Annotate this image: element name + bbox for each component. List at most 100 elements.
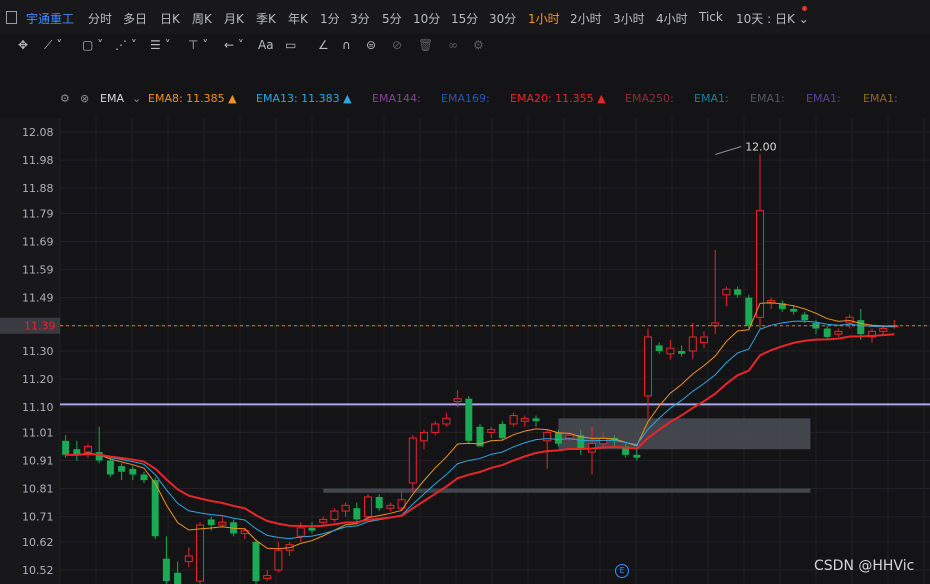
candle-body [274,549,283,571]
tab-timeframe-10[interactable]: 10分 [413,10,440,27]
candle-body [790,308,798,312]
comment-icon[interactable]: ▭ [285,38,296,52]
legend-item-9: EMA1: [863,92,898,105]
candle-body [487,429,496,433]
candle-body [353,508,361,520]
tab-timeframe-9[interactable]: 5分 [382,10,402,27]
candle-body [857,320,865,335]
candle-body [823,328,831,337]
text-icon[interactable]: Aa [258,38,274,52]
candle-body [532,418,540,422]
chevron-down-icon[interactable]: ⌄ [132,92,141,105]
candle-body [678,351,686,354]
y-tick-label: 11.59 [22,264,54,277]
tab-timeframe-4[interactable]: 月K [224,10,244,27]
tab-timeframe-7[interactable]: 1分 [320,10,340,27]
legend-item-0: EMA8: 11.385 ▲ [148,92,237,105]
notification-dot [802,6,807,11]
legend-item-1: EMA13: 11.383 ▲ [256,92,352,105]
candle-body [498,423,506,439]
candle-body [386,504,395,509]
trash-icon[interactable]: 🗑 [418,38,433,52]
candle-body [296,527,305,537]
legend-item-2: EMA144: [372,92,421,105]
arrow-icon[interactable]: ← ˅ [224,38,244,52]
candle-body [162,558,170,582]
tab-timeframe-3[interactable]: 周K [192,10,212,27]
fib-icon[interactable]: ☰ ˅ [150,38,171,52]
candle-body [520,417,529,422]
candle-body [62,440,70,455]
top-bar: 宇通重工 分时 多日 日K 周K 月K 季K 年K 1分 3分 5分 10分 15分 30分 1小时 2小时… [0,0,930,35]
range-selector[interactable]: 10天 : 日K ⌄ [736,10,809,27]
candle-body [465,398,473,441]
candle-body [218,521,227,526]
tab-timeframe-1[interactable]: 多日 [123,10,147,27]
link-icon[interactable]: ∞ [448,38,458,52]
tab-timeframe-2[interactable]: 日K [160,10,180,27]
candle-body [879,328,888,332]
candle-body [174,572,182,584]
panel-toggle-icon[interactable] [6,11,17,24]
crosshair-icon[interactable]: ✥ [18,38,28,52]
tab-timeframe-12[interactable]: 30分 [489,10,516,27]
fib-extension-icon[interactable]: ⊤ ˅ [188,38,208,52]
y-tick-label: 10.81 [22,483,54,496]
y-tick-label: 10.91 [22,454,54,467]
candle-body [509,415,518,425]
hide-icon[interactable]: ⊘ [392,38,402,52]
y-tick-label: 11.98 [22,154,54,167]
candle-body [453,398,462,403]
candle-body [834,330,843,335]
watermark: CSDN @HHVic [814,558,915,574]
pattern-icon[interactable]: ⋰ ˅ [115,38,137,52]
candle-body [655,345,663,351]
candle-body [734,289,742,295]
close-icon[interactable]: ⊗ [80,92,89,105]
tab-timeframe-11[interactable]: 15分 [451,10,478,27]
candle-body [431,423,440,433]
magnet-icon[interactable]: ∩ [342,38,351,52]
event-marker-icon[interactable]: E [615,564,629,578]
tab-timeframe-6[interactable]: 年K [288,10,308,27]
indicator-legend: ⚙ ⊗ EMA ⌄ EMA8: 11.385 ▲ EMA13: 11.383 ▲ E… [0,92,930,110]
range-selector-label: 10天 : 日K [736,12,795,26]
trend-line-icon[interactable]: ⟋ ˅ [44,38,62,52]
candle-body [644,336,652,397]
symbol-name[interactable]: 宇通重工 [26,10,74,27]
price-chart[interactable]: 12.08 11.98 11.88 11.79 11.69 11.59 11.49 11.39… [0,118,930,584]
legend-item-7: EMA1: [750,92,785,105]
highlight-zone [323,488,811,493]
candle-body [84,445,92,453]
y-tick-label: 11.10 [22,401,54,414]
indicator-name[interactable]: EMA [100,92,124,105]
tab-timeframe-16[interactable]: 4小时 [656,10,688,27]
candle-body [442,417,451,425]
tab-timeframe-8[interactable]: 3分 [350,10,370,27]
max-annotation-label: 12.00 [745,140,777,153]
tab-timeframe-0[interactable]: 分时 [88,10,112,27]
y-tick-label: 11.88 [22,182,54,195]
tab-timeframe-5[interactable]: 季K [256,10,276,27]
rectangle-icon[interactable]: ▢ ˅ [82,38,103,52]
legend-item-8: EMA1: [806,92,841,105]
angle-icon[interactable]: ∠ [318,38,329,52]
lock-icon[interactable]: ⊜ [366,38,376,52]
candle-body [688,336,697,352]
tab-timeframe-17[interactable]: Tick [699,10,723,24]
y-tick-label: 11.30 [22,345,54,358]
settings-icon[interactable]: ⚙ [473,38,484,52]
candle-body [184,555,193,563]
y-tick-label: 10.71 [22,511,54,524]
gear-icon[interactable]: ⚙ [60,92,70,105]
y-tick-label: 12.08 [22,126,54,139]
candle-body [745,297,753,326]
tab-timeframe-13[interactable]: 1小时 [528,10,560,27]
candle-body [319,518,328,523]
tab-timeframe-14[interactable]: 2小时 [570,10,602,27]
candle-body [554,432,562,444]
candle-body [666,347,675,355]
y-tick-label: 11.20 [22,373,54,386]
candle-body [95,452,103,461]
tab-timeframe-15[interactable]: 3小时 [613,10,645,27]
